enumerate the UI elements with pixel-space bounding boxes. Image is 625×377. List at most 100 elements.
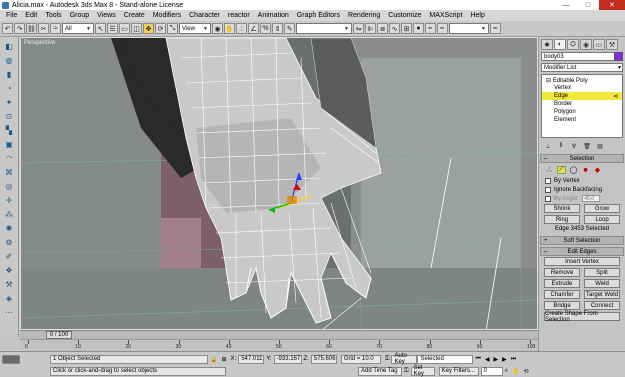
element-subobject-icon[interactable]: ◆: [593, 166, 602, 174]
maxscript-listener-icon[interactable]: [2, 354, 20, 364]
modifier-stack[interactable]: ⊟ Editable Poly Vertex Edge ⊲ Border Poly…: [541, 74, 623, 138]
make-unique-icon[interactable]: ∀: [569, 142, 579, 151]
auto-key-button[interactable]: Auto Key: [391, 353, 418, 365]
select-move-icon[interactable]: ✥: [143, 23, 154, 34]
cylinder-icon[interactable]: ▮: [3, 68, 15, 80]
menu-animation[interactable]: Animation: [254, 12, 293, 19]
selection-rollout-header[interactable]: – Selection: [540, 154, 624, 163]
create-object-icon[interactable]: ◧: [3, 40, 15, 52]
goto-start-icon[interactable]: ⏮: [475, 356, 480, 363]
window-crossing-icon[interactable]: ◫: [131, 23, 142, 34]
mirror-icon[interactable]: ⇋: [353, 23, 364, 34]
menu-maxscript[interactable]: MAXScript: [425, 12, 466, 19]
material-editor-icon[interactable]: ●: [413, 23, 424, 34]
rectangular-selection-icon[interactable]: ▭: [119, 23, 130, 34]
menu-reactor[interactable]: reactor: [224, 12, 254, 19]
polygon-subobject-icon[interactable]: ■: [581, 166, 590, 174]
modifier-list-dropdown[interactable]: Modifier List ▼: [541, 63, 623, 72]
menu-rendering[interactable]: Rendering: [344, 12, 384, 19]
angle-spinner[interactable]: 45.0: [582, 195, 601, 202]
current-frame-field[interactable]: 0: [480, 366, 503, 376]
shrink-button[interactable]: Shrink: [544, 204, 580, 213]
utilities-tab-icon[interactable]: ⚒: [606, 39, 618, 50]
systems-icon[interactable]: ⚙: [3, 236, 15, 248]
bridge-button[interactable]: Bridge: [544, 301, 580, 310]
cameras-icon[interactable]: ⊙: [3, 110, 15, 122]
shapes-icon[interactable]: ◔: [3, 82, 15, 94]
bind-space-warp-icon[interactable]: ≈: [50, 23, 61, 34]
split-button[interactable]: Split: [584, 268, 620, 277]
extrude-button[interactable]: Extrude: [544, 279, 580, 288]
select-rotate-icon[interactable]: ⟳: [155, 23, 166, 34]
menu-customize[interactable]: Customize: [384, 12, 425, 19]
select-scale-icon[interactable]: ⤡: [167, 23, 178, 34]
link-icon[interactable]: ⛓: [26, 23, 37, 34]
ignore-backfacing-checkbox[interactable]: Ignore Backfacing: [539, 185, 625, 194]
x-coordinate-field[interactable]: 547.011: [238, 354, 265, 364]
z-coordinate-field[interactable]: 575.606: [310, 354, 337, 364]
object-name-field[interactable]: body03: [541, 52, 623, 61]
menu-graph-editors[interactable]: Graph Editors: [293, 12, 344, 19]
lattice-icon[interactable]: ⌘: [3, 166, 15, 178]
play-icon[interactable]: ▶: [493, 356, 498, 363]
spacewarp-icon[interactable]: ✺: [3, 222, 15, 234]
menu-views[interactable]: Views: [93, 12, 120, 19]
time-slider[interactable]: 0 / 100: [46, 331, 72, 339]
modifiers-icon[interactable]: ▣: [3, 138, 15, 150]
hierarchy-tab-icon[interactable]: ⛭: [567, 39, 579, 50]
select-object-icon[interactable]: ↖: [95, 23, 106, 34]
stack-item-edge[interactable]: Edge ⊲: [542, 92, 622, 100]
curve-editor-icon[interactable]: ∿: [389, 23, 400, 34]
weld-button[interactable]: Weld: [584, 279, 620, 288]
stack-item-editable-poly[interactable]: ⊟ Editable Poly: [542, 76, 622, 84]
set-key-icon[interactable]: ⚿: [404, 368, 409, 375]
reactor-icon[interactable]: ❖: [3, 264, 15, 276]
set-key-button[interactable]: Set Key: [410, 365, 435, 377]
bend-icon[interactable]: ◠: [3, 152, 15, 164]
lights-icon[interactable]: ✦: [3, 96, 15, 108]
selection-filter-dropdown[interactable]: All ▼: [62, 23, 94, 34]
edit-edges-rollout-header[interactable]: – Edit Edges: [540, 247, 624, 256]
edit-named-selection-icon[interactable]: ✎: [284, 23, 295, 34]
grow-button[interactable]: Grow: [584, 204, 620, 213]
unlink-icon[interactable]: ✂: [38, 23, 49, 34]
next-frame-icon[interactable]: ▶: [502, 356, 507, 363]
add-time-tag-button[interactable]: Add Time Tag: [358, 366, 402, 376]
track-bar[interactable]: 0 10 20 30 40 50 60 70 80 90 100: [20, 339, 538, 351]
absolute-mode-icon[interactable]: ⊞: [221, 356, 226, 363]
close-button[interactable]: ✕: [599, 0, 625, 10]
tools-icon[interactable]: ⚒: [3, 278, 15, 290]
pan-icon[interactable]: ✋: [512, 368, 519, 375]
orbit-icon[interactable]: ⟲: [523, 368, 528, 375]
render-last-icon[interactable]: ☕: [490, 23, 501, 34]
geosphere-icon[interactable]: ◍: [3, 54, 15, 66]
redo-icon[interactable]: ↷: [14, 23, 25, 34]
stack-item-polygon[interactable]: Polygon: [542, 108, 622, 116]
configure-sets-icon[interactable]: ▤: [595, 142, 605, 151]
pivot-center-icon[interactable]: ◉: [212, 23, 223, 34]
layer-manager-icon[interactable]: ≣: [377, 23, 388, 34]
prev-frame-icon[interactable]: ◀: [485, 356, 490, 363]
ring-button[interactable]: Ring: [544, 215, 580, 224]
spinner-snap-icon[interactable]: ⇕: [272, 23, 283, 34]
connect-button[interactable]: Connect: [584, 301, 620, 310]
helpers-icon[interactable]: ✛: [3, 194, 15, 206]
zoom-icon[interactable]: ⌕: [505, 368, 508, 375]
select-manipulate-icon[interactable]: ✋: [224, 23, 235, 34]
pin-stack-icon[interactable]: ⊥: [543, 142, 553, 151]
align-icon[interactable]: ⊫: [365, 23, 376, 34]
loop-button[interactable]: Loop: [584, 215, 620, 224]
create-shape-button[interactable]: Create Shape From Selection: [544, 311, 620, 323]
create-tab-icon[interactable]: ✸: [541, 39, 553, 50]
lock-selection-icon[interactable]: 🔒: [210, 356, 217, 363]
key-filters-button[interactable]: Key Filters...: [438, 366, 479, 376]
snap-toggle-icon[interactable]: ∴: [236, 23, 247, 34]
soft-selection-rollout-header[interactable]: + Soft Selection: [540, 236, 624, 245]
menu-help[interactable]: Help: [466, 12, 488, 19]
minimize-button[interactable]: —: [555, 0, 577, 10]
angle-snap-icon[interactable]: ∠: [248, 23, 259, 34]
by-angle-checkbox[interactable]: By Angle: 45.0: [539, 194, 625, 203]
reference-coordinate-dropdown[interactable]: View ▼: [179, 23, 211, 34]
app-icon[interactable]: [2, 1, 9, 9]
schematic-view-icon[interactable]: ⊞: [401, 23, 412, 34]
